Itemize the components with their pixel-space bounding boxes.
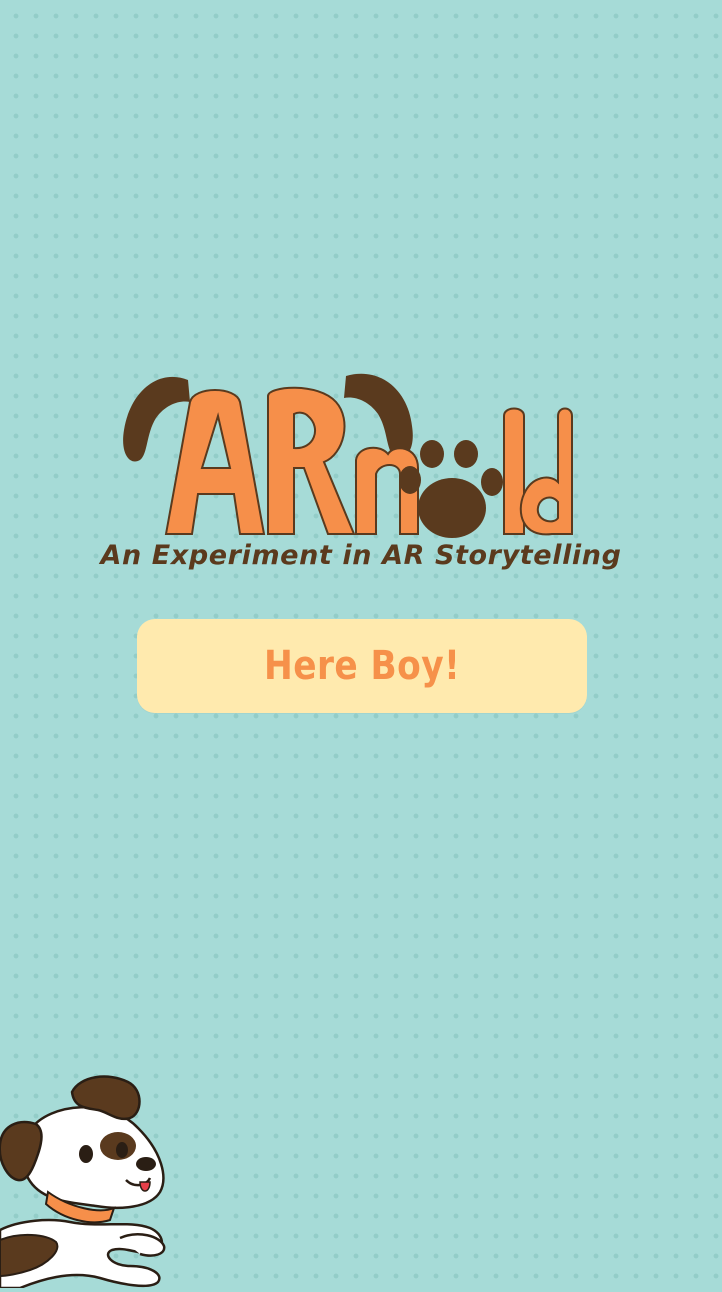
dog-eye-left	[79, 1145, 93, 1163]
app-logo	[118, 362, 578, 552]
dog-tongue	[139, 1181, 151, 1192]
app-tagline: An Experiment in AR Storytelling	[100, 540, 622, 571]
dog-head-shape	[21, 1106, 165, 1209]
dog-eye-right	[116, 1142, 128, 1158]
dog-nose	[136, 1157, 156, 1171]
letter-r-shape	[267, 386, 356, 535]
right-ear-shape	[344, 373, 413, 458]
here-boy-button[interactable]: Here Boy!	[137, 619, 587, 713]
left-ear-shape	[123, 376, 190, 462]
dog-mascot	[0, 1070, 175, 1290]
letter-d-shape	[519, 407, 573, 536]
here-boy-button-label: Here Boy!	[263, 643, 461, 689]
letter-a-shape	[164, 389, 266, 535]
